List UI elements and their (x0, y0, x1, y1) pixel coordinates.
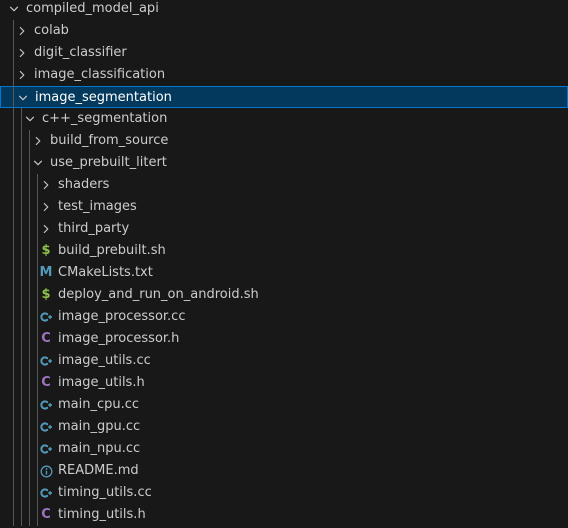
indent-guide (21, 108, 22, 526)
indent-guide (37, 174, 38, 526)
file-item-build-prebuilt-sh[interactable]: $ build_prebuilt.sh (0, 240, 568, 262)
folder-item-build-from-source[interactable]: build_from_source (0, 130, 568, 152)
file-explorer-tree: compiled_model_apicolab digit_classifieri… (0, 0, 568, 528)
item-label: test_images (58, 199, 137, 214)
chevron-down-icon[interactable] (22, 108, 38, 130)
item-label: main_cpu.cc (58, 397, 140, 412)
item-label: image_utils.h (58, 375, 145, 390)
folder-item-use-prebuilt-litert[interactable]: use_prebuilt_litert (0, 152, 568, 174)
cpp-file-icon (38, 416, 54, 438)
item-label: deploy_and_run_on_android.sh (58, 287, 259, 302)
item-label: timing_utils.h (58, 507, 146, 522)
folder-item-compiled-model-api[interactable]: compiled_model_api (0, 0, 568, 20)
item-label: digit_classifier (34, 45, 127, 60)
item-label: compiled_model_api (26, 1, 159, 16)
file-item-deploy-and-run-on-android-sh[interactable]: $ deploy_and_run_on_android.sh (0, 284, 568, 306)
file-item-readme-md[interactable]: README.md (0, 460, 568, 482)
chevron-right-icon[interactable] (14, 64, 30, 86)
folder-item-test-images[interactable]: test_images (0, 196, 568, 218)
chevron-right-icon[interactable] (38, 196, 54, 218)
item-label: image_processor.h (58, 331, 180, 346)
folder-item-image-classification[interactable]: image_classification (0, 64, 568, 86)
item-label: main_npu.cc (58, 441, 141, 456)
file-item-timing-utils-h[interactable]: Ctiming_utils.h (0, 504, 568, 526)
item-label: shaders (58, 177, 110, 192)
item-label: c++_segmentation (42, 111, 168, 126)
indent-guide (29, 130, 30, 526)
c-header-icon: C (41, 331, 51, 346)
cpp-file-icon (38, 394, 54, 416)
item-label: CMakeLists.txt (58, 265, 153, 280)
chevron-right-icon[interactable] (30, 130, 46, 152)
item-label: README.md (58, 463, 139, 478)
c-header-icon: C (41, 375, 51, 390)
file-item-timing-utils-cc[interactable]: timing_utils.cc (0, 482, 568, 504)
folder-item-colab[interactable]: colab (0, 20, 568, 42)
file-item-main-gpu-cc[interactable]: main_gpu.cc (0, 416, 568, 438)
folder-item-digit-classifier[interactable]: digit_classifier (0, 42, 568, 64)
cmake-icon: M (39, 265, 53, 280)
cpp-file-icon (38, 438, 54, 460)
chevron-down-icon[interactable] (6, 0, 22, 20)
item-label: image_processor.cc (58, 309, 186, 324)
item-label: use_prebuilt_litert (50, 155, 167, 170)
item-label: image_segmentation (35, 90, 172, 105)
chevron-right-icon[interactable] (14, 42, 30, 64)
item-label: main_gpu.cc (58, 419, 141, 434)
cpp-file-icon (38, 482, 54, 504)
item-label: colab (34, 23, 69, 38)
file-item-main-npu-cc[interactable]: main_npu.cc (0, 438, 568, 460)
item-label: build_prebuilt.sh (58, 243, 166, 258)
file-item-image-processor-h[interactable]: Cimage_processor.h (0, 328, 568, 350)
file-item-main-cpu-cc[interactable]: main_cpu.cc (0, 394, 568, 416)
folder-item-third-party[interactable]: third_party (0, 218, 568, 240)
item-label: build_from_source (50, 133, 169, 148)
cpp-file-icon (38, 350, 54, 372)
chevron-down-icon[interactable] (30, 152, 46, 174)
cpp-file-icon (38, 306, 54, 328)
item-label: image_utils.cc (58, 353, 151, 368)
folder-item-shaders[interactable]: shaders (0, 174, 568, 196)
shell-script-icon: $ (41, 243, 51, 258)
indent-guide (13, 20, 14, 526)
chevron-right-icon[interactable] (38, 174, 54, 196)
c-header-icon: C (41, 507, 51, 522)
folder-item-image-segmentation[interactable]: image_segmentation (0, 86, 568, 108)
item-label: third_party (58, 221, 130, 236)
chevron-right-icon[interactable] (14, 20, 30, 42)
item-label: timing_utils.cc (58, 485, 152, 500)
file-item-cmakelists-txt[interactable]: M CMakeLists.txt (0, 262, 568, 284)
shell-script-icon: $ (41, 287, 51, 302)
file-item-image-utils-cc[interactable]: image_utils.cc (0, 350, 568, 372)
file-item-image-utils-h[interactable]: Cimage_utils.h (0, 372, 568, 394)
folder-item-c-segmentation[interactable]: c++_segmentation (0, 108, 568, 130)
info-icon (38, 460, 54, 482)
file-item-image-processor-cc[interactable]: image_processor.cc (0, 306, 568, 328)
chevron-down-icon[interactable] (15, 87, 31, 109)
item-label: image_classification (34, 67, 166, 82)
chevron-right-icon[interactable] (38, 218, 54, 240)
